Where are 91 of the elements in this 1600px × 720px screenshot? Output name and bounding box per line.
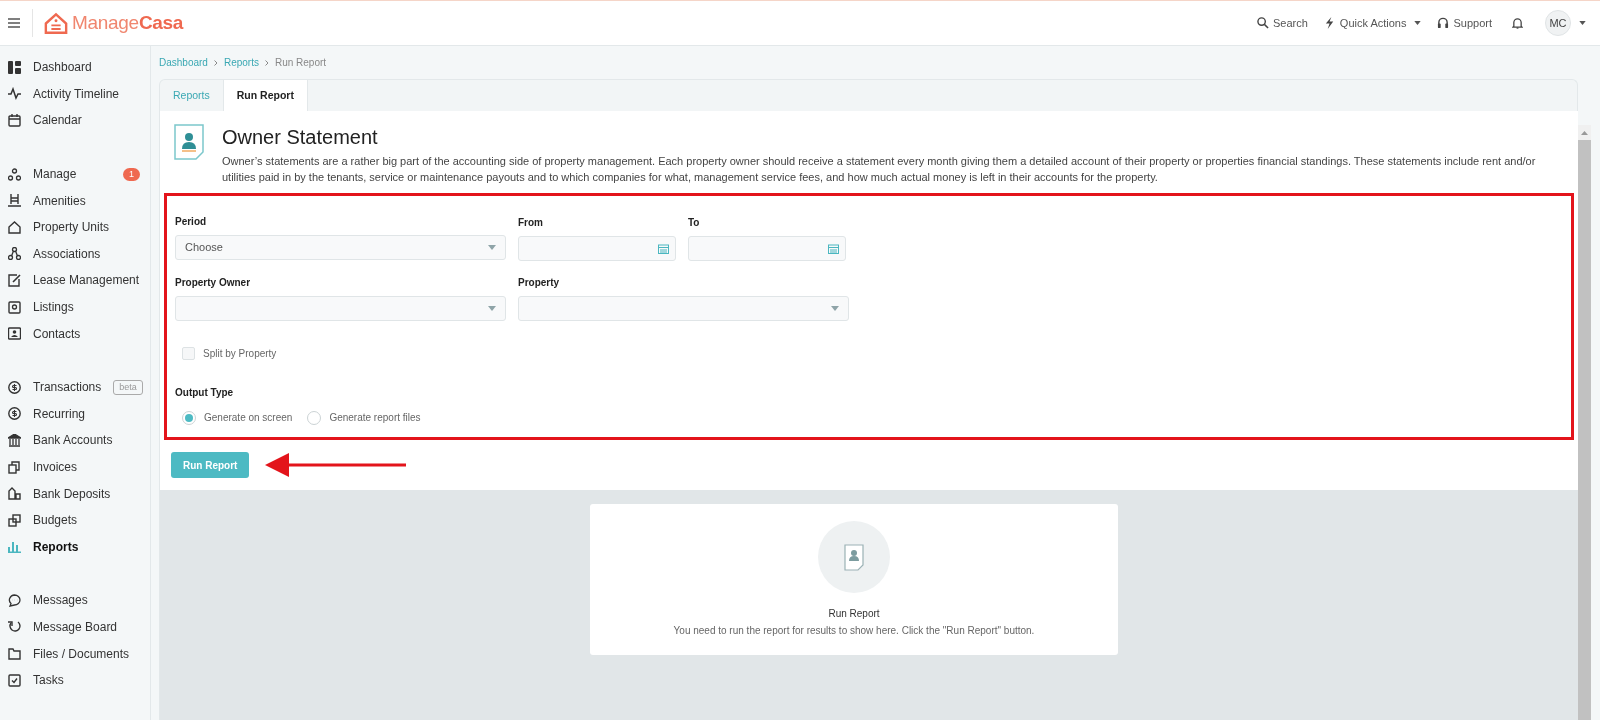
caret-icon bbox=[1414, 21, 1422, 25]
radio-button[interactable] bbox=[307, 410, 322, 425]
checkbox-label: Split by Property bbox=[203, 347, 277, 361]
menu-icon[interactable] bbox=[8, 18, 20, 28]
results-message: You need to run the report for results to show here. Click the "Run Report" button. bbox=[673, 624, 1035, 638]
chat-bubble-icon bbox=[8, 593, 21, 607]
sidebar-item[interactable]: Lease Management bbox=[0, 267, 150, 294]
dollar-circle-icon bbox=[8, 407, 21, 421]
listing-icon bbox=[8, 300, 21, 314]
sidebar-item[interactable]: Listings bbox=[0, 293, 150, 321]
scroll-up-icon bbox=[1581, 130, 1588, 135]
calendar-icon bbox=[658, 243, 669, 254]
chevron-right-icon bbox=[213, 59, 218, 66]
property-owner-select[interactable] bbox=[175, 296, 506, 321]
field-label: From bbox=[518, 216, 544, 230]
dollar-circle-icon bbox=[8, 380, 21, 394]
folder-icon bbox=[8, 647, 21, 661]
budget-icon bbox=[8, 513, 21, 527]
sidebar-item[interactable]: Activity Timeline bbox=[0, 80, 150, 108]
sidebar-item[interactable]: Budgets bbox=[0, 506, 150, 534]
radio-button[interactable] bbox=[182, 410, 196, 425]
count-badge: 1 bbox=[123, 167, 140, 181]
house-icon bbox=[8, 220, 21, 234]
scrollbar[interactable] bbox=[1578, 125, 1591, 720]
sidebar-item[interactable]: Files / Documents bbox=[0, 640, 150, 667]
search-button[interactable]: Search bbox=[1256, 14, 1308, 32]
caret-icon bbox=[1579, 21, 1586, 25]
sidebar-item[interactable]: Contacts bbox=[0, 320, 150, 347]
contact-card-icon bbox=[8, 327, 21, 341]
checkbox[interactable] bbox=[182, 347, 195, 360]
radio-label: Generate on screen bbox=[204, 411, 293, 425]
headset-button[interactable]: Support bbox=[1437, 14, 1492, 32]
bar-chart-icon bbox=[8, 540, 21, 554]
sidebar-item[interactable]: Message Board bbox=[0, 613, 150, 641]
user-avatar[interactable]: MC bbox=[1545, 10, 1571, 36]
sidebar-item[interactable]: Associations bbox=[0, 240, 150, 268]
calendar-icon bbox=[8, 114, 21, 127]
bank-icon bbox=[8, 433, 21, 447]
edit-document-icon bbox=[8, 273, 21, 287]
pool-ladder-icon bbox=[8, 194, 21, 208]
logo-text: ManageCasa bbox=[72, 10, 184, 35]
caret-icon bbox=[831, 306, 839, 311]
field-label: Period bbox=[175, 215, 208, 229]
bell-icon bbox=[1512, 17, 1523, 29]
notifications-button[interactable] bbox=[1512, 17, 1523, 29]
breadcrumb-current: Run Report bbox=[274, 56, 327, 70]
caret-icon bbox=[488, 306, 496, 311]
lightning-button[interactable]: Quick Actions bbox=[1323, 14, 1422, 32]
deposit-icon bbox=[8, 487, 21, 501]
sidebar-item[interactable]: Transactions beta bbox=[0, 373, 150, 401]
sidebar-item[interactable]: Bank Accounts bbox=[0, 427, 150, 454]
dashboard-icon bbox=[8, 60, 21, 74]
to-date-field[interactable] bbox=[688, 236, 846, 261]
sidebar-item[interactable]: Tasks bbox=[0, 666, 150, 694]
report-title: Owner Statement bbox=[222, 125, 379, 149]
refresh-board-icon bbox=[8, 620, 21, 634]
from-date-field[interactable] bbox=[518, 236, 676, 261]
nodes-icon bbox=[8, 167, 21, 181]
field-label: Output Type bbox=[175, 386, 235, 400]
house-logo-icon bbox=[44, 11, 68, 35]
copy-icon bbox=[8, 460, 21, 474]
pulse-icon bbox=[8, 87, 21, 101]
search-icon bbox=[1256, 17, 1269, 29]
chevron-right-icon bbox=[264, 59, 269, 66]
sidebar-item[interactable]: Property Units bbox=[0, 213, 150, 241]
headset-icon bbox=[1437, 17, 1450, 29]
report-description: Owner’s statements are a rather big part of the accounting side of property management. Each property owner should receive a statement every month giving them a detailed account of their property or properties financial standings. These statements include rent and/or utilities paid in by the tenants, service or maintenance payouts and to which companies for what, management service fees, and how much actual money is left in their accounts for the property. bbox=[222, 154, 1537, 185]
report-document-icon bbox=[174, 124, 204, 160]
sidebar-item[interactable]: Recurring bbox=[0, 400, 150, 428]
report-document-icon bbox=[818, 521, 890, 593]
field-label: Property Owner bbox=[175, 276, 252, 290]
sidebar-item[interactable]: Dashboard bbox=[0, 54, 150, 81]
period-select[interactable]: Choose bbox=[175, 235, 506, 260]
beta-tag: beta bbox=[113, 379, 143, 395]
sidebar-item[interactable]: Manage 1 bbox=[0, 160, 150, 188]
sidebar-item[interactable]: Calendar bbox=[0, 107, 150, 134]
property-select[interactable] bbox=[518, 296, 849, 321]
sidebar-item[interactable]: Bank Deposits bbox=[0, 480, 150, 507]
sidebar-item[interactable]: Invoices bbox=[0, 453, 150, 481]
sidebar-item[interactable]: Reports bbox=[0, 533, 150, 561]
caret-icon bbox=[488, 245, 496, 250]
sidebar-item[interactable]: Messages bbox=[0, 587, 150, 614]
calendar-icon bbox=[828, 243, 839, 254]
results-title: Run Report bbox=[828, 607, 880, 621]
sidebar-item[interactable]: Amenities bbox=[0, 187, 150, 214]
field-label: Property bbox=[518, 276, 561, 290]
field-label: To bbox=[688, 216, 701, 230]
network-icon bbox=[8, 247, 21, 261]
task-checkbox-icon bbox=[8, 673, 21, 687]
radio-label: Generate report files bbox=[329, 411, 421, 425]
tab[interactable]: Run Report bbox=[223, 80, 308, 111]
